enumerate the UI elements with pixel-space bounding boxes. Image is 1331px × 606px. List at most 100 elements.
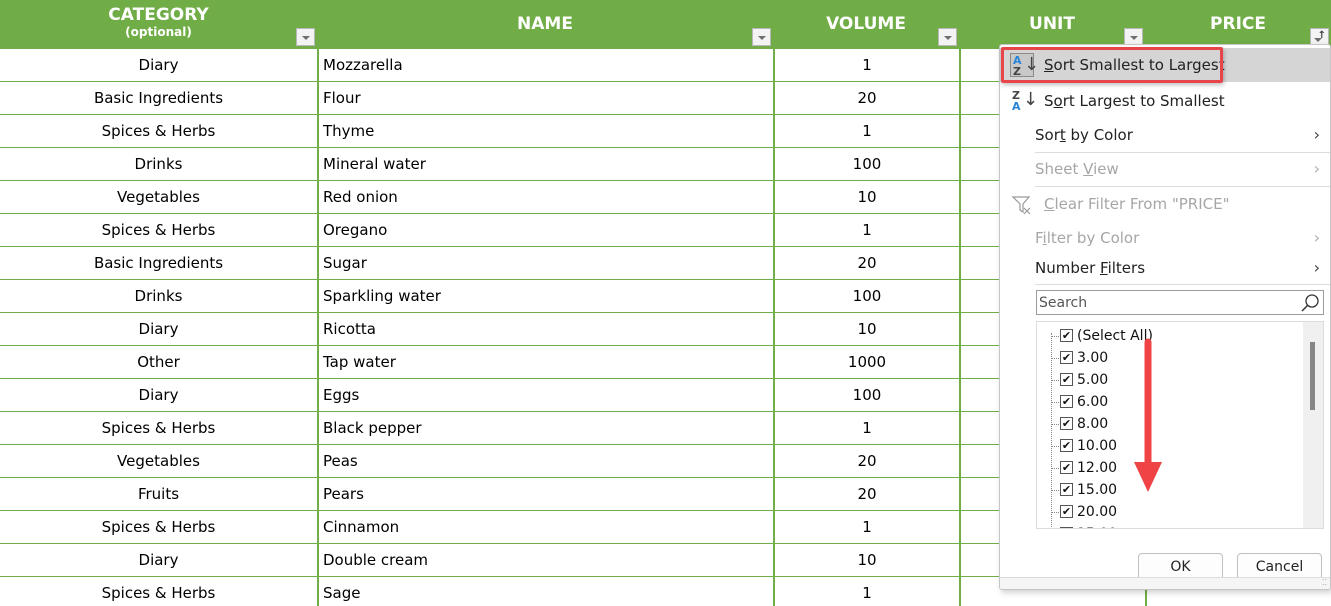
cell-category[interactable]: Other	[0, 346, 317, 378]
chevron-right-icon: ›	[1313, 228, 1320, 247]
cell-name[interactable]: Sugar	[317, 247, 773, 279]
cell-volume[interactable]: 20	[773, 445, 959, 477]
menu-sort-by-color[interactable]: Sort by Color ›	[1000, 118, 1330, 152]
checkbox[interactable]: ✔	[1060, 417, 1073, 430]
cell-name[interactable]: Peas	[317, 445, 773, 477]
cell-category[interactable]: Spices & Herbs	[0, 412, 317, 444]
cell-volume[interactable]: 100	[773, 280, 959, 312]
cell-volume[interactable]: 1	[773, 49, 959, 81]
checkbox[interactable]: ✔	[1060, 373, 1073, 386]
menu-label: Number Filters	[1035, 259, 1146, 277]
menu-sort-smallest-to-largest[interactable]: A Z ↓ Sort Smallest to Largest	[1000, 48, 1330, 82]
cell-volume[interactable]: 10	[773, 313, 959, 345]
cell-category[interactable]: Basic Ingredients	[0, 82, 317, 114]
cell-category[interactable]: Vegetables	[0, 445, 317, 477]
cell-volume[interactable]: 20	[773, 82, 959, 114]
checkbox[interactable]: ✔	[1060, 395, 1073, 408]
cell-category[interactable]: Diary	[0, 379, 317, 411]
filter-search-input[interactable]	[1037, 291, 1292, 314]
menu-label: Filter by Color	[1035, 229, 1140, 247]
cell-name[interactable]: Sage	[317, 577, 773, 606]
filter-button-category[interactable]	[296, 28, 315, 46]
cell-volume[interactable]: 1	[773, 412, 959, 444]
checkbox[interactable]: ✔	[1060, 439, 1073, 452]
cell-category[interactable]: Spices & Herbs	[0, 115, 317, 147]
checkbox[interactable]: ✔	[1060, 527, 1073, 528]
cell-name[interactable]: Flour	[317, 82, 773, 114]
clear-filter-icon	[1012, 196, 1031, 215]
checkbox[interactable]: ✔	[1060, 351, 1073, 364]
cell-category[interactable]: Diary	[0, 49, 317, 81]
cell-name[interactable]: Mozzarella	[317, 49, 773, 81]
table-header-row: CATEGORY (optional) NAME VOLUME UNIT PRI…	[0, 0, 1331, 49]
filter-button-volume[interactable]	[938, 28, 957, 46]
cell-name[interactable]: Red onion	[317, 181, 773, 213]
menu-label: Sort by Color	[1035, 126, 1133, 144]
cell-volume[interactable]: 20	[773, 478, 959, 510]
cell-category[interactable]: Spices & Herbs	[0, 577, 317, 606]
filter-value-label: 10.00	[1077, 438, 1118, 454]
header-unit: UNIT	[959, 0, 1145, 49]
chevron-right-icon: ›	[1313, 159, 1320, 178]
cell-name[interactable]: Mineral water	[317, 148, 773, 180]
cell-name[interactable]: Double cream	[317, 544, 773, 576]
menu-label: Clear Filter From "PRICE"	[1044, 195, 1230, 213]
checkbox[interactable]: ✔	[1060, 329, 1073, 342]
header-category: CATEGORY (optional)	[0, 0, 317, 49]
menu-sheet-view: Sheet View ›	[1000, 152, 1330, 186]
header-category-title: CATEGORY	[108, 5, 209, 25]
resize-grip-icon[interactable]: ⁚⁚	[1322, 579, 1327, 587]
cell-volume[interactable]: 1	[773, 214, 959, 246]
cell-name[interactable]: Pears	[317, 478, 773, 510]
filter-value-label: 8.00	[1077, 416, 1109, 432]
header-name: NAME	[317, 0, 773, 49]
cell-name[interactable]: Tap water	[317, 346, 773, 378]
cell-volume[interactable]: 100	[773, 379, 959, 411]
cell-volume[interactable]: 1	[773, 115, 959, 147]
filter-value-list: ✔ (Select All) ✔ 3.00 ✔ 5.00 ✔ 6.00 ✔ 8.00 ✔ 10.00 ✔…	[1036, 321, 1324, 529]
cell-name[interactable]: Thyme	[317, 115, 773, 147]
menu-sort-largest-to-smallest[interactable]: Z A ↓ Sort Largest to Smallest	[1000, 84, 1330, 118]
sort-ascending-icon: A Z ↓	[1010, 53, 1039, 77]
cell-category[interactable]: Basic Ingredients	[0, 247, 317, 279]
cell-category[interactable]: Fruits	[0, 478, 317, 510]
menu-clear-filter: Clear Filter From "PRICE"	[1000, 187, 1330, 221]
filter-value-label: 6.00	[1077, 394, 1109, 410]
cell-name[interactable]: Ricotta	[317, 313, 773, 345]
scrollbar-thumb[interactable]	[1310, 342, 1315, 410]
cell-name[interactable]: Cinnamon	[317, 511, 773, 543]
cell-category[interactable]: Vegetables	[0, 181, 317, 213]
filter-value-label: 20.00	[1077, 504, 1118, 520]
checkbox[interactable]: ✔	[1060, 461, 1073, 474]
filter-dropdown: A Z ↓ Sort Smallest to Largest Z A ↓ Sort La…	[999, 44, 1331, 590]
list-scrollbar[interactable]	[1303, 322, 1323, 528]
cell-category[interactable]: Drinks	[0, 280, 317, 312]
cell-name[interactable]: Sparkling water	[317, 280, 773, 312]
filter-button-name[interactable]	[752, 28, 771, 46]
cell-category[interactable]: Drinks	[0, 148, 317, 180]
tree-line	[1051, 333, 1052, 528]
cell-volume[interactable]: 10	[773, 181, 959, 213]
header-price: PRICE ↑	[1145, 0, 1331, 49]
menu-label: Sort Largest to Smallest	[1044, 92, 1225, 110]
filter-value-label: 15.00	[1077, 482, 1118, 498]
cell-name[interactable]: Oregano	[317, 214, 773, 246]
menu-number-filters[interactable]: Number Filters ›	[1000, 251, 1330, 285]
cell-name[interactable]: Eggs	[317, 379, 773, 411]
cell-volume[interactable]: 1000	[773, 346, 959, 378]
cell-name[interactable]: Black pepper	[317, 412, 773, 444]
menu-label: Sort Smallest to Largest	[1044, 56, 1225, 74]
cell-volume[interactable]: 1	[773, 577, 959, 606]
cell-volume[interactable]: 100	[773, 148, 959, 180]
chevron-right-icon: ›	[1313, 125, 1320, 144]
header-category-subtitle: (optional)	[125, 25, 192, 39]
cell-category[interactable]: Diary	[0, 313, 317, 345]
cell-volume[interactable]: 1	[773, 511, 959, 543]
cell-category[interactable]: Diary	[0, 544, 317, 576]
cell-volume[interactable]: 20	[773, 247, 959, 279]
cell-category[interactable]: Spices & Herbs	[0, 214, 317, 246]
checkbox[interactable]: ✔	[1060, 505, 1073, 518]
checkbox[interactable]: ✔	[1060, 483, 1073, 496]
cell-volume[interactable]: 10	[773, 544, 959, 576]
cell-category[interactable]: Spices & Herbs	[0, 511, 317, 543]
